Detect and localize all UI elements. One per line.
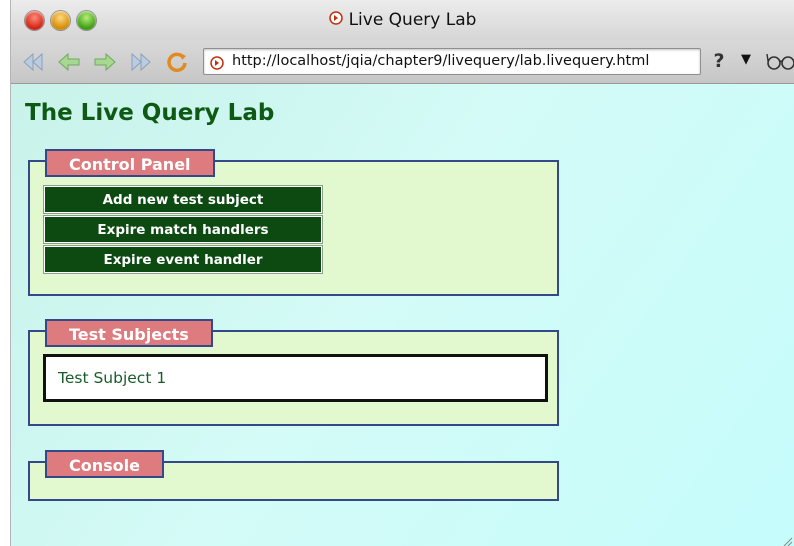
page-title: The Live Query Lab [25,100,275,126]
control-panel: Control Panel Add new test subject Expir… [28,149,559,296]
site-icon [210,55,224,74]
rewind-icon[interactable] [19,48,47,76]
page-viewport: The Live Query Lab Control Panel Add new… [11,84,794,546]
browser-toolbar: http://localhost/jqia/chapter9/livequery… [11,40,794,84]
page-icon [328,10,343,30]
console-legend: Console [45,450,164,478]
expire-event-handler-button[interactable]: Expire event handler [43,245,323,274]
console-panel: Console [28,450,559,501]
forward-icon[interactable] [91,48,119,76]
window-title-wrap: Live Query Lab [11,10,794,30]
toolbar-dropdown-button[interactable]: ▼ [741,52,751,67]
back-icon[interactable] [55,48,83,76]
window-title: Live Query Lab [348,10,477,30]
help-button[interactable]: ? [704,48,734,75]
address-bar[interactable]: http://localhost/jqia/chapter9/livequery… [203,48,701,75]
test-subject[interactable]: Test Subject 1 [43,354,548,402]
browser-window: Live Query Lab http://localhost/jqia/cha… [10,0,794,546]
reload-icon[interactable] [163,48,191,76]
title-bar: Live Query Lab [11,0,794,40]
test-subjects-legend: Test Subjects [45,319,213,347]
resize-grip-icon[interactable] [781,532,793,546]
test-subject-label: Test Subject 1 [58,369,167,387]
fast-forward-icon[interactable] [127,48,155,76]
url-text: http://localhost/jqia/chapter9/livequery… [232,53,650,69]
glasses-icon[interactable] [766,50,794,76]
add-test-subject-button[interactable]: Add new test subject [43,185,323,214]
expire-match-handlers-button[interactable]: Expire match handlers [43,215,323,244]
test-subjects-panel: Test Subjects Test Subject 1 [28,319,559,426]
control-panel-legend: Control Panel [45,149,215,177]
